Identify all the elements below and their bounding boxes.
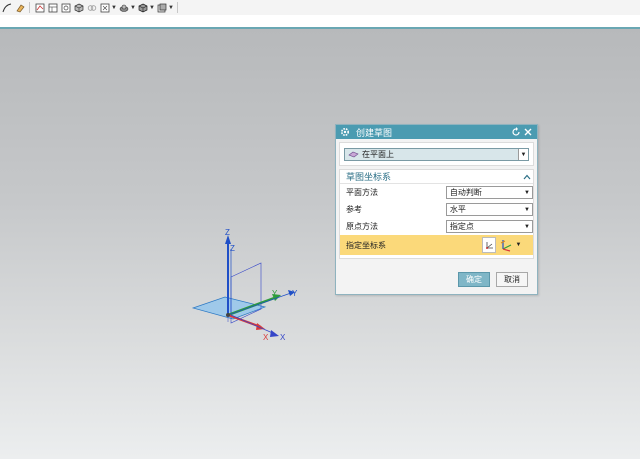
csys-origin[interactable] [226,313,230,317]
shell-icon[interactable] [118,2,129,13]
x-axis-label: X [263,333,269,342]
origin-method-label: 原点方法 [346,222,378,231]
sketch-icon[interactable] [34,2,45,13]
x-axis-secondary-arrow [270,330,279,337]
close-icon[interactable] [522,126,534,138]
y-axis-label: Y [272,289,278,298]
ok-button[interactable]: 确定 [458,272,490,287]
view-icon[interactable] [99,2,110,13]
copy-icon[interactable] [60,2,71,13]
plane-method-row: 平面方法 自动判断 ▼ [340,184,533,201]
specify-csys-row[interactable]: 指定坐标系 ▼ [340,235,533,255]
toolbar-separator [177,2,178,13]
csys-dialog-icon[interactable] [482,237,496,253]
dialog-title: 创建草图 [356,127,393,138]
layer-icon[interactable] [156,2,167,13]
link-icon[interactable] [86,2,97,13]
z-axis-label: Z [225,228,230,237]
inferred-csys-icon[interactable] [497,237,514,253]
origin-method-value: 指定点 [449,222,474,231]
x-axis-secondary-label: X [280,333,286,342]
sketch-csys-section: 草图坐标系 平面方法 自动判断 ▼ 参考 水平 ▼ 原点方法 指定点 ▼ 指定坐… [339,169,534,259]
dropdown-arrow-icon[interactable]: ▼ [111,2,117,13]
chevron-down-icon[interactable]: ▼ [522,221,532,232]
dropdown-arrow-icon[interactable]: ▼ [149,2,155,13]
plane-method-label: 平面方法 [346,188,378,197]
collapse-icon[interactable] [521,174,533,180]
eraser-icon[interactable] [14,2,25,13]
toolbar: ▼ ▼ ▼ ▼ [0,0,640,15]
reference-value: 水平 [449,205,466,214]
section-title: 草图坐标系 [346,172,392,182]
specify-csys-label: 指定坐标系 [346,240,386,250]
curve-icon[interactable] [1,2,12,13]
cancel-button[interactable]: 取消 [496,272,528,287]
create-sketch-dialog: 创建草图 在平面上 ▼ 草图坐标系 平面方法 自动判断 ▼ 参考 水平 ▼ 原点… [335,124,538,295]
sketch-type-section: 在平面上 ▼ [339,142,534,166]
toolbar-separator [29,2,30,13]
x-axis-secondary [230,314,276,335]
dialog-title-bar[interactable]: 创建草图 [336,125,537,139]
toolbar-strip [0,15,640,27]
csys-triad[interactable]: Z Z Y Y X X [185,219,305,349]
y-axis-secondary-label: Y [292,289,298,298]
reference-label: 参考 [346,205,362,214]
dialog-buttons: 确定 取消 [336,272,537,287]
dropdown-arrow-icon[interactable]: ▼ [168,2,174,13]
cube-icon[interactable] [137,2,148,13]
chevron-down-icon[interactable]: ▼ [522,204,532,215]
sketch-type-value: 在平面上 [362,150,394,159]
box-icon[interactable] [73,2,84,13]
sketch-type-dropdown[interactable]: 在平面上 ▼ [344,148,529,161]
table-icon[interactable] [47,2,58,13]
chevron-down-icon[interactable]: ▼ [514,242,523,248]
plane-method-value: 自动判断 [449,188,482,197]
gear-icon [339,126,351,138]
origin-method-dropdown[interactable]: 指定点 ▼ [445,220,533,233]
z-axis-secondary-label: Z [230,244,235,253]
graphics-viewport[interactable]: Z Z Y Y X X [0,29,640,459]
reference-row: 参考 水平 ▼ [340,201,533,218]
reference-dropdown[interactable]: 水平 ▼ [445,203,533,216]
section-header[interactable]: 草图坐标系 [340,170,533,184]
chevron-down-icon[interactable]: ▼ [522,187,532,198]
plane-method-dropdown[interactable]: 自动判断 ▼ [445,186,533,199]
origin-method-row: 原点方法 指定点 ▼ [340,218,533,235]
chevron-down-icon[interactable]: ▼ [518,149,528,160]
dropdown-arrow-icon[interactable]: ▼ [130,2,136,13]
plane-icon [348,151,359,158]
reset-icon[interactable] [510,126,522,138]
